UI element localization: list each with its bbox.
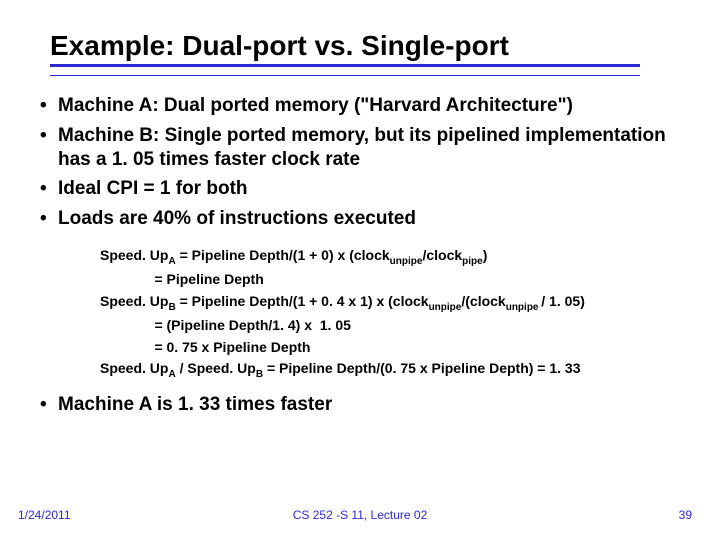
eq-text: Speed. Up [100, 293, 168, 309]
bullet-item: Machine A is 1. 33 times faster [40, 393, 680, 417]
title-rule-thick [50, 64, 640, 67]
eq-sub: A [168, 369, 175, 380]
equation-line: Speed. UpB = Pipeline Depth/(1 + 0. 4 x … [100, 291, 680, 315]
slide: Example: Dual-port vs. Single-port Machi… [0, 0, 720, 540]
equation-line: Speed. UpA / Speed. UpB = Pipeline Depth… [100, 358, 680, 382]
eq-text: / Speed. Up [176, 360, 256, 376]
bullet-item: Ideal CPI = 1 for both [40, 177, 680, 201]
equation-line: = (Pipeline Depth/1. 4) x 1. 05 [100, 315, 680, 337]
bullet-item: Loads are 40% of instructions executed [40, 207, 680, 231]
slide-title: Example: Dual-port vs. Single-port [40, 30, 680, 62]
bullet-item: Machine B: Single ported memory, but its… [40, 124, 680, 172]
eq-sub: B [168, 302, 175, 313]
eq-sub: pipe [462, 256, 483, 267]
equation-line: = 0. 75 x Pipeline Depth [100, 337, 680, 359]
eq-text: /clock [422, 247, 462, 263]
eq-sub: unpipe [429, 302, 462, 313]
eq-sub: unpipe [390, 256, 423, 267]
equations-block: Speed. UpA = Pipeline Depth/(1 + 0) x (c… [100, 245, 680, 383]
eq-text: = Pipeline Depth/(1 + 0. 4 x 1) x (clock [176, 293, 429, 309]
eq-text: / 1. 05) [541, 293, 585, 309]
eq-sub: B [256, 369, 263, 380]
footer-page: 39 [679, 508, 692, 522]
bullet-list: Machine A is 1. 33 times faster [40, 393, 680, 417]
eq-sub: unpipe [506, 302, 542, 313]
bullet-list: Machine A: Dual ported memory ("Harvard … [40, 94, 680, 231]
eq-sub: A [168, 256, 175, 267]
bullet-item: Machine A: Dual ported memory ("Harvard … [40, 94, 680, 118]
eq-text: = Pipeline Depth/(1 + 0) x (clock [176, 247, 390, 263]
title-rule-thin [50, 75, 640, 76]
eq-text: = Pipeline Depth/(0. 75 x Pipeline Depth… [263, 360, 580, 376]
eq-text: /(clock [461, 293, 505, 309]
eq-text: Speed. Up [100, 247, 168, 263]
equation-line: = Pipeline Depth [100, 269, 680, 291]
footer-course: CS 252 -S 11, Lecture 02 [0, 508, 720, 522]
equation-line: Speed. UpA = Pipeline Depth/(1 + 0) x (c… [100, 245, 680, 269]
eq-text: Speed. Up [100, 360, 168, 376]
eq-text: ) [483, 247, 488, 263]
